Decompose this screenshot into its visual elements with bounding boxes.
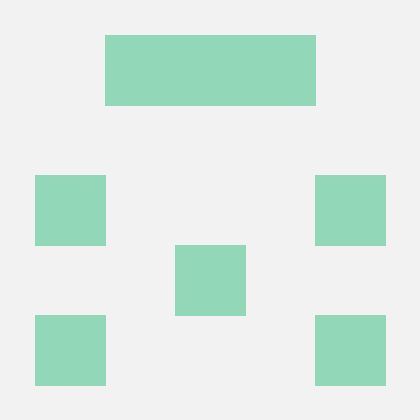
identicon-block-bottom-left [35, 315, 106, 386]
identicon-block-top-bar [105, 35, 316, 106]
identicon-block-mid-right [315, 175, 386, 246]
identicon-avatar [0, 0, 420, 420]
identicon-block-center [175, 245, 246, 316]
identicon-block-bottom-right [315, 315, 386, 386]
identicon-block-mid-left [35, 175, 106, 246]
